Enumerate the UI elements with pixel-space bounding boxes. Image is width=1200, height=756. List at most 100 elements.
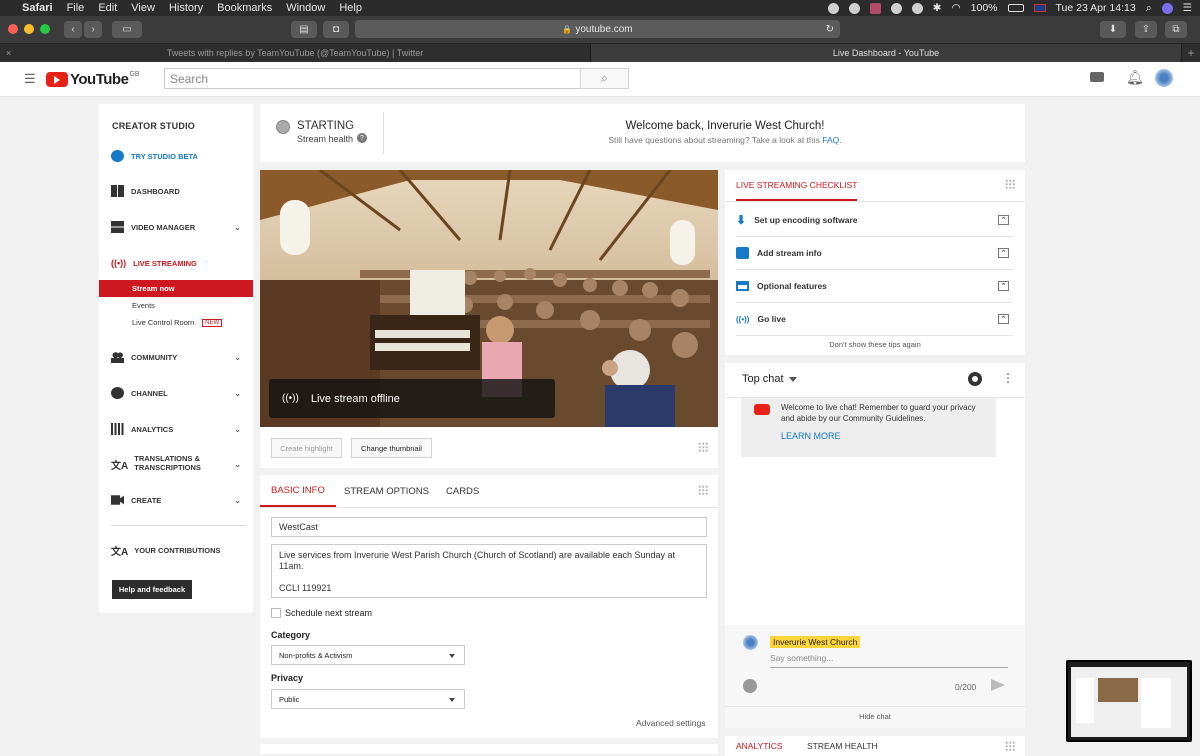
menu-edit[interactable]: Edit xyxy=(98,2,117,14)
sidebar-subitem-events[interactable]: Events xyxy=(99,297,253,314)
collapse-icon[interactable]: ⌃ xyxy=(998,215,1009,225)
sidebar-item-video-manager[interactable]: VIDEO MANAGER ⌄ xyxy=(99,217,253,237)
chevron-down-icon[interactable]: ⌄ xyxy=(234,223,241,232)
checklist-item-encoding[interactable]: ⬇ Set up encoding software ⌃ xyxy=(736,204,1013,237)
search-button[interactable]: ⌕ xyxy=(580,68,629,89)
chevron-down-icon[interactable]: ⌄ xyxy=(234,460,241,469)
more-options-icon[interactable]: ⋮ xyxy=(1002,372,1014,384)
chat-input[interactable]: Say something... xyxy=(770,653,1008,668)
menu-file[interactable]: File xyxy=(67,2,85,14)
screenshot-thumbnail[interactable] xyxy=(1066,660,1192,742)
stream-description-textarea[interactable]: Live services from Inverurie West Parish… xyxy=(271,544,707,598)
spotlight-icon[interactable]: ⌕ xyxy=(1146,2,1152,15)
sidebar-item-try-studio-beta[interactable]: TRY STUDIO BETA xyxy=(99,146,253,166)
change-thumbnail-button[interactable]: Change thumbnail xyxy=(351,438,432,458)
checklist-item-go-live[interactable]: ((•)) Go live ⌃ xyxy=(736,303,1013,336)
close-window-icon[interactable] xyxy=(8,23,18,34)
menu-view[interactable]: View xyxy=(131,2,155,14)
notifications-bell-icon[interactable]: 🔔︎ xyxy=(1126,69,1144,86)
time-machine-icon[interactable] xyxy=(911,2,923,14)
menu-bookmarks[interactable]: Bookmarks xyxy=(217,2,272,14)
youtube-logo[interactable]: YouTube GB xyxy=(46,71,140,88)
hide-chat-button[interactable]: Hide chat xyxy=(725,706,1025,728)
wifi-icon[interactable]: ◠ xyxy=(951,2,960,14)
zoom-window-icon[interactable] xyxy=(40,23,50,34)
new-tab-icon[interactable]: + xyxy=(1182,44,1200,62)
drag-handle-icon[interactable] xyxy=(698,442,708,452)
siri-icon[interactable] xyxy=(1161,2,1173,14)
drag-handle-icon[interactable] xyxy=(698,485,708,495)
bluetooth-icon[interactable]: ✱ xyxy=(933,2,942,14)
shield-icon[interactable] xyxy=(869,2,881,14)
menu-history[interactable]: History xyxy=(169,2,203,14)
sidebar-item-live-streaming[interactable]: ((•)) LIVE STREAMING xyxy=(99,253,253,273)
checklist-item-optional-features[interactable]: Optional features ⌃ xyxy=(736,270,1013,303)
app-menu[interactable]: Safari xyxy=(22,2,53,14)
menu-window[interactable]: Window xyxy=(286,2,325,14)
collapse-icon[interactable]: ⌃ xyxy=(998,248,1009,258)
sidebar-item-analytics[interactable]: ANALYTICS ⌄ xyxy=(99,419,253,439)
tab-basic-info[interactable]: BASIC INFO xyxy=(260,475,336,507)
download-icon[interactable]: ⬇ xyxy=(1100,21,1126,38)
sidebar-item-your-contributions[interactable]: 文A YOUR CONTRIBUTIONS xyxy=(99,540,253,560)
emoji-icon[interactable] xyxy=(743,679,757,693)
chevron-down-icon[interactable]: ⌄ xyxy=(234,496,241,505)
chat-mode-dropdown[interactable]: Top chat xyxy=(742,373,797,385)
menu-help[interactable]: Help xyxy=(339,2,362,14)
tab-cards[interactable]: CARDS xyxy=(446,475,479,507)
video-preview[interactable]: ((•)) Live stream offline xyxy=(260,170,718,427)
faq-link[interactable]: FAQ xyxy=(822,135,839,145)
sidebar-item-translations[interactable]: 文A TRANSLATIONS & TRANSCRIPTIONS ⌄ xyxy=(99,449,253,479)
send-icon[interactable] xyxy=(991,679,1005,691)
chevron-down-icon[interactable]: ⌄ xyxy=(234,425,241,434)
menu-icon[interactable]: ☰ xyxy=(24,71,36,87)
clock[interactable]: Tue 23 Apr 14:13 xyxy=(1056,2,1136,14)
reload-icon[interactable]: ↻ xyxy=(826,24,834,35)
dismiss-tips-link[interactable]: Don't show these tips again xyxy=(725,340,1025,349)
avatar[interactable] xyxy=(1155,69,1173,87)
sidebar-subitem-stream-now[interactable]: Stream now xyxy=(99,280,253,297)
forward-button[interactable]: › xyxy=(84,21,102,38)
cloud-icon[interactable] xyxy=(890,2,902,14)
chevron-down-icon[interactable]: ⌄ xyxy=(234,353,241,362)
help-feedback-button[interactable]: Help and feedback xyxy=(112,580,192,599)
search-input[interactable]: Search xyxy=(164,68,581,89)
battery-percent[interactable]: 100% xyxy=(971,2,998,14)
create-highlight-button[interactable]: Create highlight xyxy=(271,438,342,458)
chevron-down-icon[interactable]: ⌄ xyxy=(234,389,241,398)
flag-icon[interactable] xyxy=(1033,4,1046,12)
minimize-window-icon[interactable] xyxy=(24,23,34,34)
sidebar-subitem-live-control-room[interactable]: Live Control Room NEW xyxy=(99,314,253,331)
drag-handle-icon[interactable] xyxy=(1005,179,1015,189)
schedule-checkbox[interactable] xyxy=(271,608,281,618)
advanced-settings-link[interactable]: Advanced settings xyxy=(636,718,705,728)
status-icon[interactable] xyxy=(827,2,839,14)
collapse-icon[interactable]: ⌃ xyxy=(998,281,1009,291)
tab-live-dashboard[interactable]: Live Dashboard - YouTube xyxy=(591,44,1182,62)
share-icon[interactable]: ⇪ xyxy=(1135,21,1157,38)
extension-icon[interactable]: ◘ xyxy=(323,21,349,38)
sidebar-item-channel[interactable]: CHANNEL ⌄ xyxy=(99,383,253,403)
learn-more-link[interactable]: LEARN MORE xyxy=(781,430,988,443)
address-bar[interactable]: 🔒 youtube.com ↻ xyxy=(355,20,840,38)
checklist-item-stream-info[interactable]: Add stream info ⌃ xyxy=(736,237,1013,270)
reader-icon[interactable]: ▤ xyxy=(291,21,317,38)
notification-center-icon[interactable]: ☰ xyxy=(1183,2,1192,14)
status-icon[interactable] xyxy=(848,2,860,14)
privacy-select[interactable]: Public xyxy=(271,689,465,709)
category-select[interactable]: Non-profits & Activism xyxy=(271,645,465,665)
back-button[interactable]: ‹ xyxy=(64,21,82,38)
stream-title-input[interactable]: WestCast xyxy=(271,517,707,537)
close-tab-icon[interactable]: × xyxy=(6,48,11,58)
sidebar-item-dashboard[interactable]: DASHBOARD xyxy=(99,181,253,201)
help-icon[interactable]: ? xyxy=(357,133,367,143)
settings-gear-icon[interactable] xyxy=(968,372,982,386)
tab-twitter[interactable]: × Tweets with replies by TeamYouTube (@T… xyxy=(0,44,591,62)
sidebar-toggle-icon[interactable]: ▭ xyxy=(112,21,142,38)
tab-stream-options[interactable]: STREAM OPTIONS xyxy=(344,475,429,507)
upload-video-icon[interactable] xyxy=(1090,72,1104,82)
sidebar-item-create[interactable]: CREATE ⌄ xyxy=(99,490,253,510)
sidebar-item-community[interactable]: COMMUNITY ⌄ xyxy=(99,347,253,367)
tabs-overview-icon[interactable]: ⧉ xyxy=(1165,21,1187,38)
collapse-icon[interactable]: ⌃ xyxy=(998,314,1009,324)
